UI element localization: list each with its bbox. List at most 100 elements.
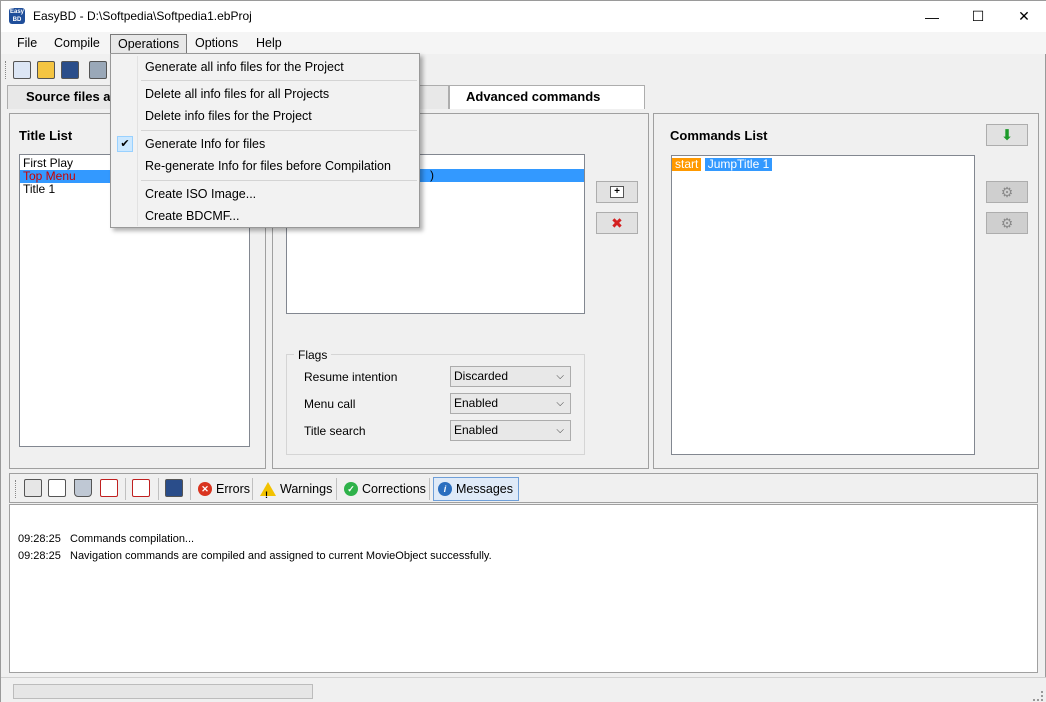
toolbar-separator	[252, 478, 253, 500]
warnings-filter-button[interactable]: ! Warnings	[255, 477, 338, 501]
log-line: 09:28:25 Commands compilation...	[18, 533, 194, 545]
menu-help[interactable]: Help	[249, 34, 289, 54]
menu-operations[interactable]: Operations	[110, 34, 188, 54]
tab-source-files[interactable]: Source files a	[7, 85, 113, 109]
list-item-selected[interactable]: JumpTitle 1	[704, 158, 773, 171]
commands-list-heading: Commands List	[670, 128, 768, 143]
progress-bar	[13, 684, 313, 699]
toolbar-separator	[336, 478, 337, 500]
warning-icon: !	[260, 482, 276, 500]
tab-advanced-commands[interactable]: Advanced commands	[449, 85, 645, 109]
chevron-down-icon: ⌵	[556, 425, 564, 436]
menu-bar: File Compile Operations Options Help	[1, 32, 1046, 54]
window-title: EasyBD - D:\Softpedia\Softpedia1.ebProj	[33, 9, 252, 23]
menu-item-generate-info-row[interactable]: ✔ Generate Info for files	[111, 133, 419, 155]
import-commands-button[interactable]: ⬇	[986, 124, 1028, 146]
error-icon: ✕	[198, 482, 212, 496]
add-icon: +	[610, 186, 624, 198]
chevron-down-icon: ⌵	[556, 371, 564, 382]
menu-separator	[141, 130, 417, 131]
delete-icon: ✖	[611, 214, 623, 231]
log-toolbar: ✕ Errors ! Warnings ✓ Corrections i Mess…	[9, 473, 1038, 503]
info-icon: i	[438, 482, 452, 496]
minimize-button[interactable]: —	[909, 1, 955, 32]
trash-icon[interactable]	[74, 479, 92, 497]
new-project-icon[interactable]	[13, 61, 31, 79]
toolbar-separator	[158, 478, 159, 500]
menu-call-value: Enabled	[454, 396, 499, 410]
title-bar[interactable]: Easy BD EasyBD - D:\Softpedia\Softpedia1…	[1, 1, 1046, 32]
log-text: Commands compilation...	[70, 533, 195, 545]
add-button[interactable]: +	[596, 181, 638, 203]
title-search-value: Enabled	[454, 423, 499, 437]
messages-filter-button[interactable]: i Messages	[433, 477, 519, 501]
document-icon[interactable]	[100, 479, 118, 497]
operations-dropdown-menu: Generate all info files for the Project …	[110, 53, 420, 228]
menu-item-generate-all-info[interactable]: Generate all info files for the Project	[111, 56, 419, 78]
log-line: 09:28:25 Navigation commands are compile…	[18, 550, 492, 562]
correction-icon: ✓	[344, 482, 358, 496]
menu-item-generate-info[interactable]: Generate Info for files	[111, 133, 419, 155]
resume-intention-label: Resume intention	[304, 370, 398, 384]
toolbar-separator	[125, 478, 126, 500]
command-settings-button[interactable]: ⚙	[986, 181, 1028, 203]
toolbar-separator	[190, 478, 191, 500]
status-bar	[1, 677, 1046, 702]
title-list-heading: Title List	[19, 128, 73, 143]
tab-hidden[interactable]	[419, 85, 449, 109]
command-properties-button[interactable]: ⚙	[986, 212, 1028, 234]
menu-call-select[interactable]: Enabled ⌵	[450, 393, 571, 414]
download-arrow-icon: ⬇	[1000, 127, 1014, 144]
toolbar-grip[interactable]	[5, 61, 8, 79]
menu-separator	[141, 180, 417, 181]
clear-document-icon[interactable]	[132, 479, 150, 497]
warnings-label: Warnings	[280, 482, 333, 496]
flags-groupbox: Flags Resume intention Discarded ⌵ Menu …	[286, 348, 585, 455]
close-button[interactable]: ✕	[1001, 1, 1046, 32]
menu-item-create-bdcmf[interactable]: Create BDCMF...	[111, 205, 419, 227]
menu-item-regenerate-info[interactable]: Re-generate Info for files before Compil…	[111, 155, 419, 177]
resume-intention-value: Discarded	[454, 369, 509, 383]
main-window: Easy BD EasyBD - D:\Softpedia\Softpedia1…	[0, 0, 1046, 702]
menu-item-delete-project-info[interactable]: Delete info files for the Project	[111, 105, 419, 127]
commands-listbox[interactable]: start JumpTitle 1	[671, 155, 975, 455]
toolbar-grip[interactable]	[15, 480, 18, 498]
title-search-select[interactable]: Enabled ⌵	[450, 420, 571, 441]
menu-item-delete-all-info[interactable]: Delete all info files for all Projects	[111, 83, 419, 105]
maximize-button[interactable]: ☐	[955, 1, 1001, 32]
menu-call-label: Menu call	[304, 397, 356, 411]
log-output[interactable]: 09:28:25 Commands compilation... 09:28:2…	[9, 504, 1038, 673]
warning-glyph: !	[265, 490, 268, 500]
resume-intention-select[interactable]: Discarded ⌵	[450, 366, 571, 387]
resize-grip-icon[interactable]	[1033, 691, 1043, 701]
cut-icon[interactable]	[24, 479, 42, 497]
log-time: 09:28:25	[18, 533, 61, 545]
delete-button[interactable]: ✖	[596, 212, 638, 234]
gear-icon: ⚙	[1000, 183, 1014, 200]
gear-icon: ⚙	[1000, 214, 1014, 231]
app-logo-icon: Easy BD	[9, 8, 25, 24]
chevron-down-icon: ⌵	[556, 398, 564, 409]
list-item-selected[interactable]: start	[672, 158, 702, 171]
flags-legend: Flags	[294, 348, 332, 362]
menu-separator	[141, 80, 417, 81]
save-icon[interactable]	[61, 61, 79, 79]
menu-file[interactable]: File	[10, 34, 44, 54]
save-log-icon[interactable]	[165, 479, 183, 497]
log-time: 09:28:25	[18, 550, 61, 562]
commands-list-panel: Commands List ⬇ start JumpTitle 1 ⚙ ⚙	[653, 113, 1039, 469]
copy-icon[interactable]	[48, 479, 66, 497]
errors-label: Errors	[216, 482, 251, 496]
open-folder-icon[interactable]	[37, 61, 55, 79]
menu-options[interactable]: Options	[188, 34, 245, 54]
film-icon[interactable]	[89, 61, 107, 79]
title-search-label: Title search	[304, 424, 366, 438]
menu-item-create-iso[interactable]: Create ISO Image...	[111, 183, 419, 205]
messages-label: Messages	[456, 482, 513, 496]
log-text: Navigation commands are compiled and ass…	[70, 550, 492, 562]
corrections-filter-button[interactable]: ✓ Corrections	[339, 477, 432, 501]
menu-compile[interactable]: Compile	[47, 34, 107, 54]
toolbar-separator	[429, 478, 430, 500]
errors-filter-button[interactable]: ✕ Errors	[193, 477, 256, 501]
corrections-label: Corrections	[362, 482, 426, 496]
